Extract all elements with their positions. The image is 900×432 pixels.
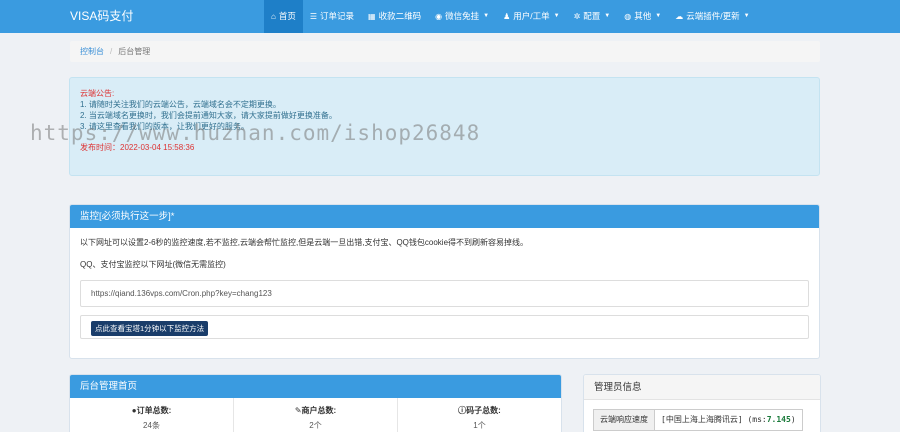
user-icon: ♟ — [503, 11, 511, 21]
nav-item-label: 微信免挂 — [445, 11, 480, 21]
notice-line-3: 3. 请这里查看我们的版本，让我们更好的服务。 — [80, 122, 249, 131]
notice-line-1: 1. 请随时关注我们的云端公告，云端域名会不定期更换。 — [80, 100, 281, 109]
monitor-panel: 监控[必须执行这一步]* 以下网址可以设置2-6秒的监控速度,若不监控,云端会帮… — [69, 204, 820, 359]
nav-item-label: 用户/工单 — [513, 11, 550, 21]
admin-info-title: 管理员信息 — [584, 375, 820, 400]
cloud-speed-location: [中国上海上海腾讯云] — [661, 415, 743, 424]
nav-item-0[interactable]: ⌂ 首页 — [264, 0, 303, 33]
cloud-speed-ms-suffix: ) — [790, 415, 796, 424]
notice-title: 云端公告: — [80, 89, 115, 98]
stat-label-text: 订单总数: — [136, 406, 172, 415]
list-icon: ☰ — [309, 11, 318, 21]
nav-item-label: 其他 — [634, 11, 652, 21]
monitor-method-button[interactable]: 点此查看宝塔1分钟以下监控方法 — [91, 321, 209, 336]
breadcrumb: 控制台 / 后台管理 — [70, 41, 820, 62]
edit-icon: ✎ — [294, 406, 302, 415]
caret-down-icon: ▼ — [604, 13, 611, 19]
breadcrumb-current: 后台管理 — [118, 47, 151, 56]
nav-item-3[interactable]: ◉ 微信免挂 ▼ — [428, 0, 496, 33]
stat-cell: ⓘ码子总数: 1个 — [398, 398, 561, 432]
nav-item-2[interactable]: ▦ 收款二维码 — [361, 0, 428, 33]
breadcrumb-home-link[interactable]: 控制台 — [80, 46, 104, 57]
stat-cell: ●订单总数: 24条 — [70, 398, 234, 432]
monitor-description: 以下网址可以设置2-6秒的监控速度,若不监控,云端会帮忙监控,但是云端一旦出错,… — [80, 238, 529, 247]
nav-item-label: 云端插件/更新 — [686, 11, 740, 21]
caret-down-icon: ▼ — [553, 13, 560, 19]
nav-item-6[interactable]: ◍ 其他 ▼ — [617, 0, 668, 33]
globe-icon: ◍ — [624, 11, 632, 21]
nav-item-label: 订单记录 — [320, 11, 355, 21]
admin-info-panel: 管理员信息 云端响应速度 [中国上海上海腾讯云] (ms:7.145) — [583, 374, 821, 432]
info-icon: ⓘ — [458, 406, 467, 415]
gear-icon: ✲ — [573, 11, 581, 21]
stat-value: 1个 — [473, 421, 486, 430]
breadcrumb-separator: / — [110, 47, 113, 56]
monitor-subdescription: QQ、支付宝监控以下网址(微信无需监控) — [80, 260, 226, 269]
nav-item-label: 配置 — [583, 11, 601, 21]
nav-item-label: 首页 — [278, 11, 296, 21]
top-navbar: VISA码支付 ⌂ 首页 ☰ 订单记录 ▦ 收款二维码 ◉ 微信免挂 ▼ ♟ 用户/工单 ▼ ✲ 配置 ▼ ◍… — [0, 0, 900, 33]
cloud-speed-row: 云端响应速度 [中国上海上海腾讯云] (ms:7.145) — [593, 409, 803, 431]
caret-down-icon: ▼ — [743, 13, 750, 19]
stats-row: ●订单总数: 24条 ✎商户总数: 2个 ⓘ码子总数: 1个 — [70, 398, 561, 432]
caret-down-icon: ▼ — [655, 13, 662, 19]
stat-label-text: 商户总数: — [301, 406, 337, 415]
monitor-button-wrap: 点此查看宝塔1分钟以下监控方法 — [80, 315, 809, 339]
monitor-panel-title: 监控[必须执行这一步]* — [70, 205, 819, 228]
cloud-icon: ☁ — [675, 11, 684, 21]
cloud-speed-ms: 7.145 — [766, 415, 791, 424]
cloud-speed-value: [中国上海上海腾讯云] (ms:7.145) — [655, 409, 803, 431]
stat-value: 2个 — [309, 421, 322, 430]
monitor-url-field[interactable]: https://qiand.136vps.com/Cron.php?key=ch… — [80, 280, 809, 307]
stat-cell: ✎商户总数: 2个 — [234, 398, 398, 432]
nav-item-1[interactable]: ☰ 订单记录 — [303, 0, 361, 33]
cloud-notice: 云端公告: 1. 请随时关注我们的云端公告，云端域名会不定期更换。 2. 当云端… — [69, 77, 820, 176]
stat-label: ⓘ码子总数: — [398, 405, 561, 416]
admin-home-panel: 后台管理首页 ●订单总数: 24条 ✎商户总数: 2个 ⓘ码子总数: 1个 — [69, 374, 562, 432]
stat-value: 24条 — [143, 421, 160, 430]
wechat-icon: ◉ — [435, 11, 443, 21]
stat-label: ●订单总数: — [70, 405, 233, 416]
brand-title[interactable]: VISA码支付 — [70, 0, 133, 33]
admin-home-title: 后台管理首页 — [70, 375, 561, 398]
main-nav: ⌂ 首页 ☰ 订单记录 ▦ 收款二维码 ◉ 微信免挂 ▼ ♟ 用户/工单 ▼ ✲ 配置 ▼ ◍ 其他 ▼ ☁ 云端插件… — [264, 0, 757, 33]
caret-down-icon: ▼ — [483, 13, 490, 19]
monitor-panel-body: 以下网址可以设置2-6秒的监控速度,若不监控,云端会帮忙监控,但是云端一旦出错,… — [70, 228, 819, 348]
cloud-speed-ms-prefix: (ms: — [747, 415, 767, 424]
nav-item-4[interactable]: ♟ 用户/工单 ▼ — [496, 0, 567, 33]
stat-label: ✎商户总数: — [234, 405, 397, 416]
notice-published-time: 发布时间：2022-03-04 15:58:36 — [80, 143, 195, 152]
cloud-speed-label: 云端响应速度 — [593, 409, 655, 431]
nav-item-7[interactable]: ☁ 云端插件/更新 ▼ — [668, 0, 756, 33]
nav-item-label: 收款二维码 — [378, 11, 422, 21]
nav-item-5[interactable]: ✲ 配置 ▼ — [567, 0, 618, 33]
notice-line-2: 2. 当云端域名更换时，我们会提前通知大家，请大家提前做好更换准备。 — [80, 111, 337, 120]
home-icon: ⌂ — [271, 11, 276, 21]
stat-label-text: 码子总数: — [466, 406, 501, 415]
qrcode-icon: ▦ — [368, 11, 376, 21]
